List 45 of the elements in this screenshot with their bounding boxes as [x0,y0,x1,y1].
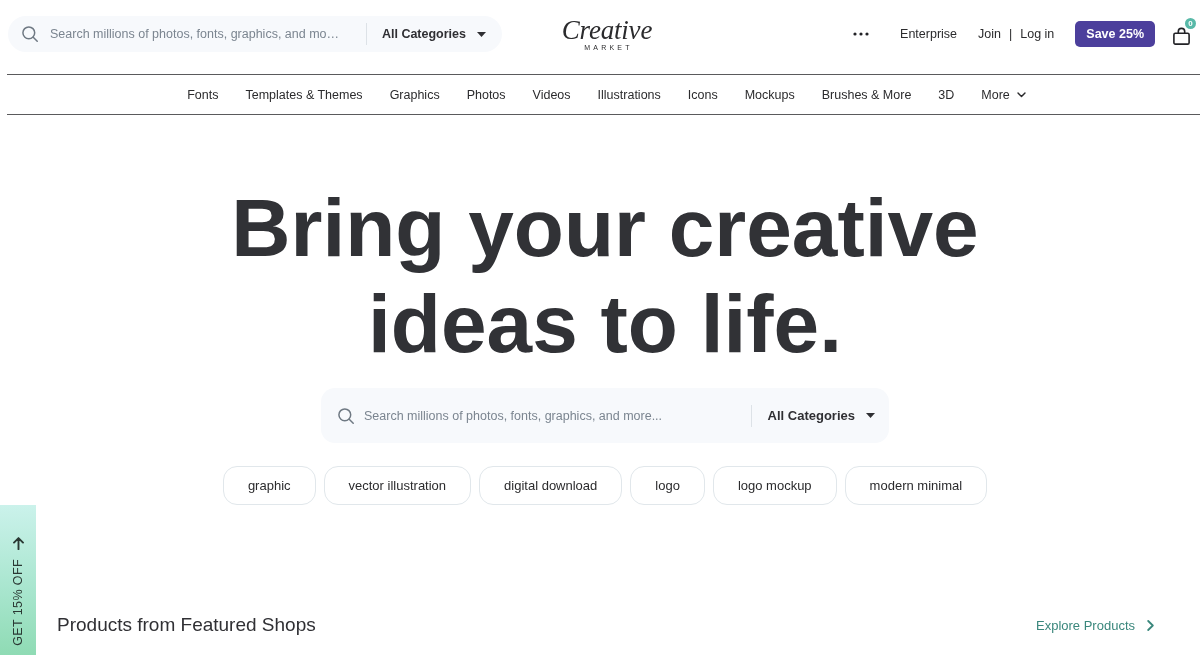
search-icon [338,407,354,424]
save-promo-button[interactable]: Save 25% [1075,21,1155,47]
category-dropdown[interactable]: All Categories [365,16,502,52]
nav-link[interactable]: Graphics [389,87,440,102]
nav-link[interactable]: Photos [466,87,506,102]
hero-heading: Bring your creative ideas to life. [230,181,980,371]
search-input[interactable]: Search millions of photos, fonts, graphics, and more... [364,404,743,427]
search-field[interactable]: Search millions of photos, fonts, graphics, and mo… [8,16,366,52]
explore-link[interactable]: Explore Products [1036,617,1154,633]
search-tag[interactable]: logo [630,466,705,505]
enterprise-link[interactable]: Enterprise [900,27,958,41]
search-input[interactable]: Search millions of photos, fonts, graphics, and mo… [50,23,356,45]
nav-link[interactable]: Fonts [187,87,219,102]
nav-link[interactable]: Illustrations [597,87,661,102]
nav-link[interactable]: Brushes & More [821,87,912,102]
chevron-right-icon [1147,619,1154,631]
category-dropdown[interactable]: All Categories [750,388,889,443]
join-link[interactable]: Join [978,27,1001,41]
nav-more-link[interactable]: More [981,87,1026,102]
discount-label: GET 15% OFF [11,559,25,646]
caret-icon [866,413,875,418]
nav-link[interactable]: Templates & Themes [245,87,363,102]
search-tag[interactable]: logo mockup [712,466,837,505]
nav-link[interactable]: 3D [938,87,955,102]
search-tag[interactable]: vector illustration [323,466,472,505]
chevron-down-icon [1016,91,1026,98]
search-tag[interactable]: graphic [222,466,316,505]
more-button[interactable] [853,32,870,36]
cart-count-badge: 0 [1185,18,1196,29]
nav-link[interactable]: Videos [532,87,571,102]
link-separator: | [1009,27,1013,41]
nav-link[interactable]: Icons [687,87,718,102]
arrow-up-icon [12,537,24,550]
search-tag[interactable]: digital download [479,466,623,505]
nav-link[interactable]: Mockups [744,87,795,102]
logo-wordmark[interactable]: Creative [561,17,653,44]
more-icon [853,32,870,36]
caret-icon [477,31,486,37]
section-title: Products from Featured Shops [57,613,316,637]
shopping-bag-icon [1173,27,1190,45]
discount-side-tab[interactable]: GET 15% OFF [0,505,36,655]
login-link[interactable]: Log in [1020,27,1055,41]
search-icon [22,26,38,42]
search-field[interactable]: Search millions of photos, fonts, graphics, and more... [321,388,751,443]
search-tag[interactable]: modern minimal [844,466,988,505]
